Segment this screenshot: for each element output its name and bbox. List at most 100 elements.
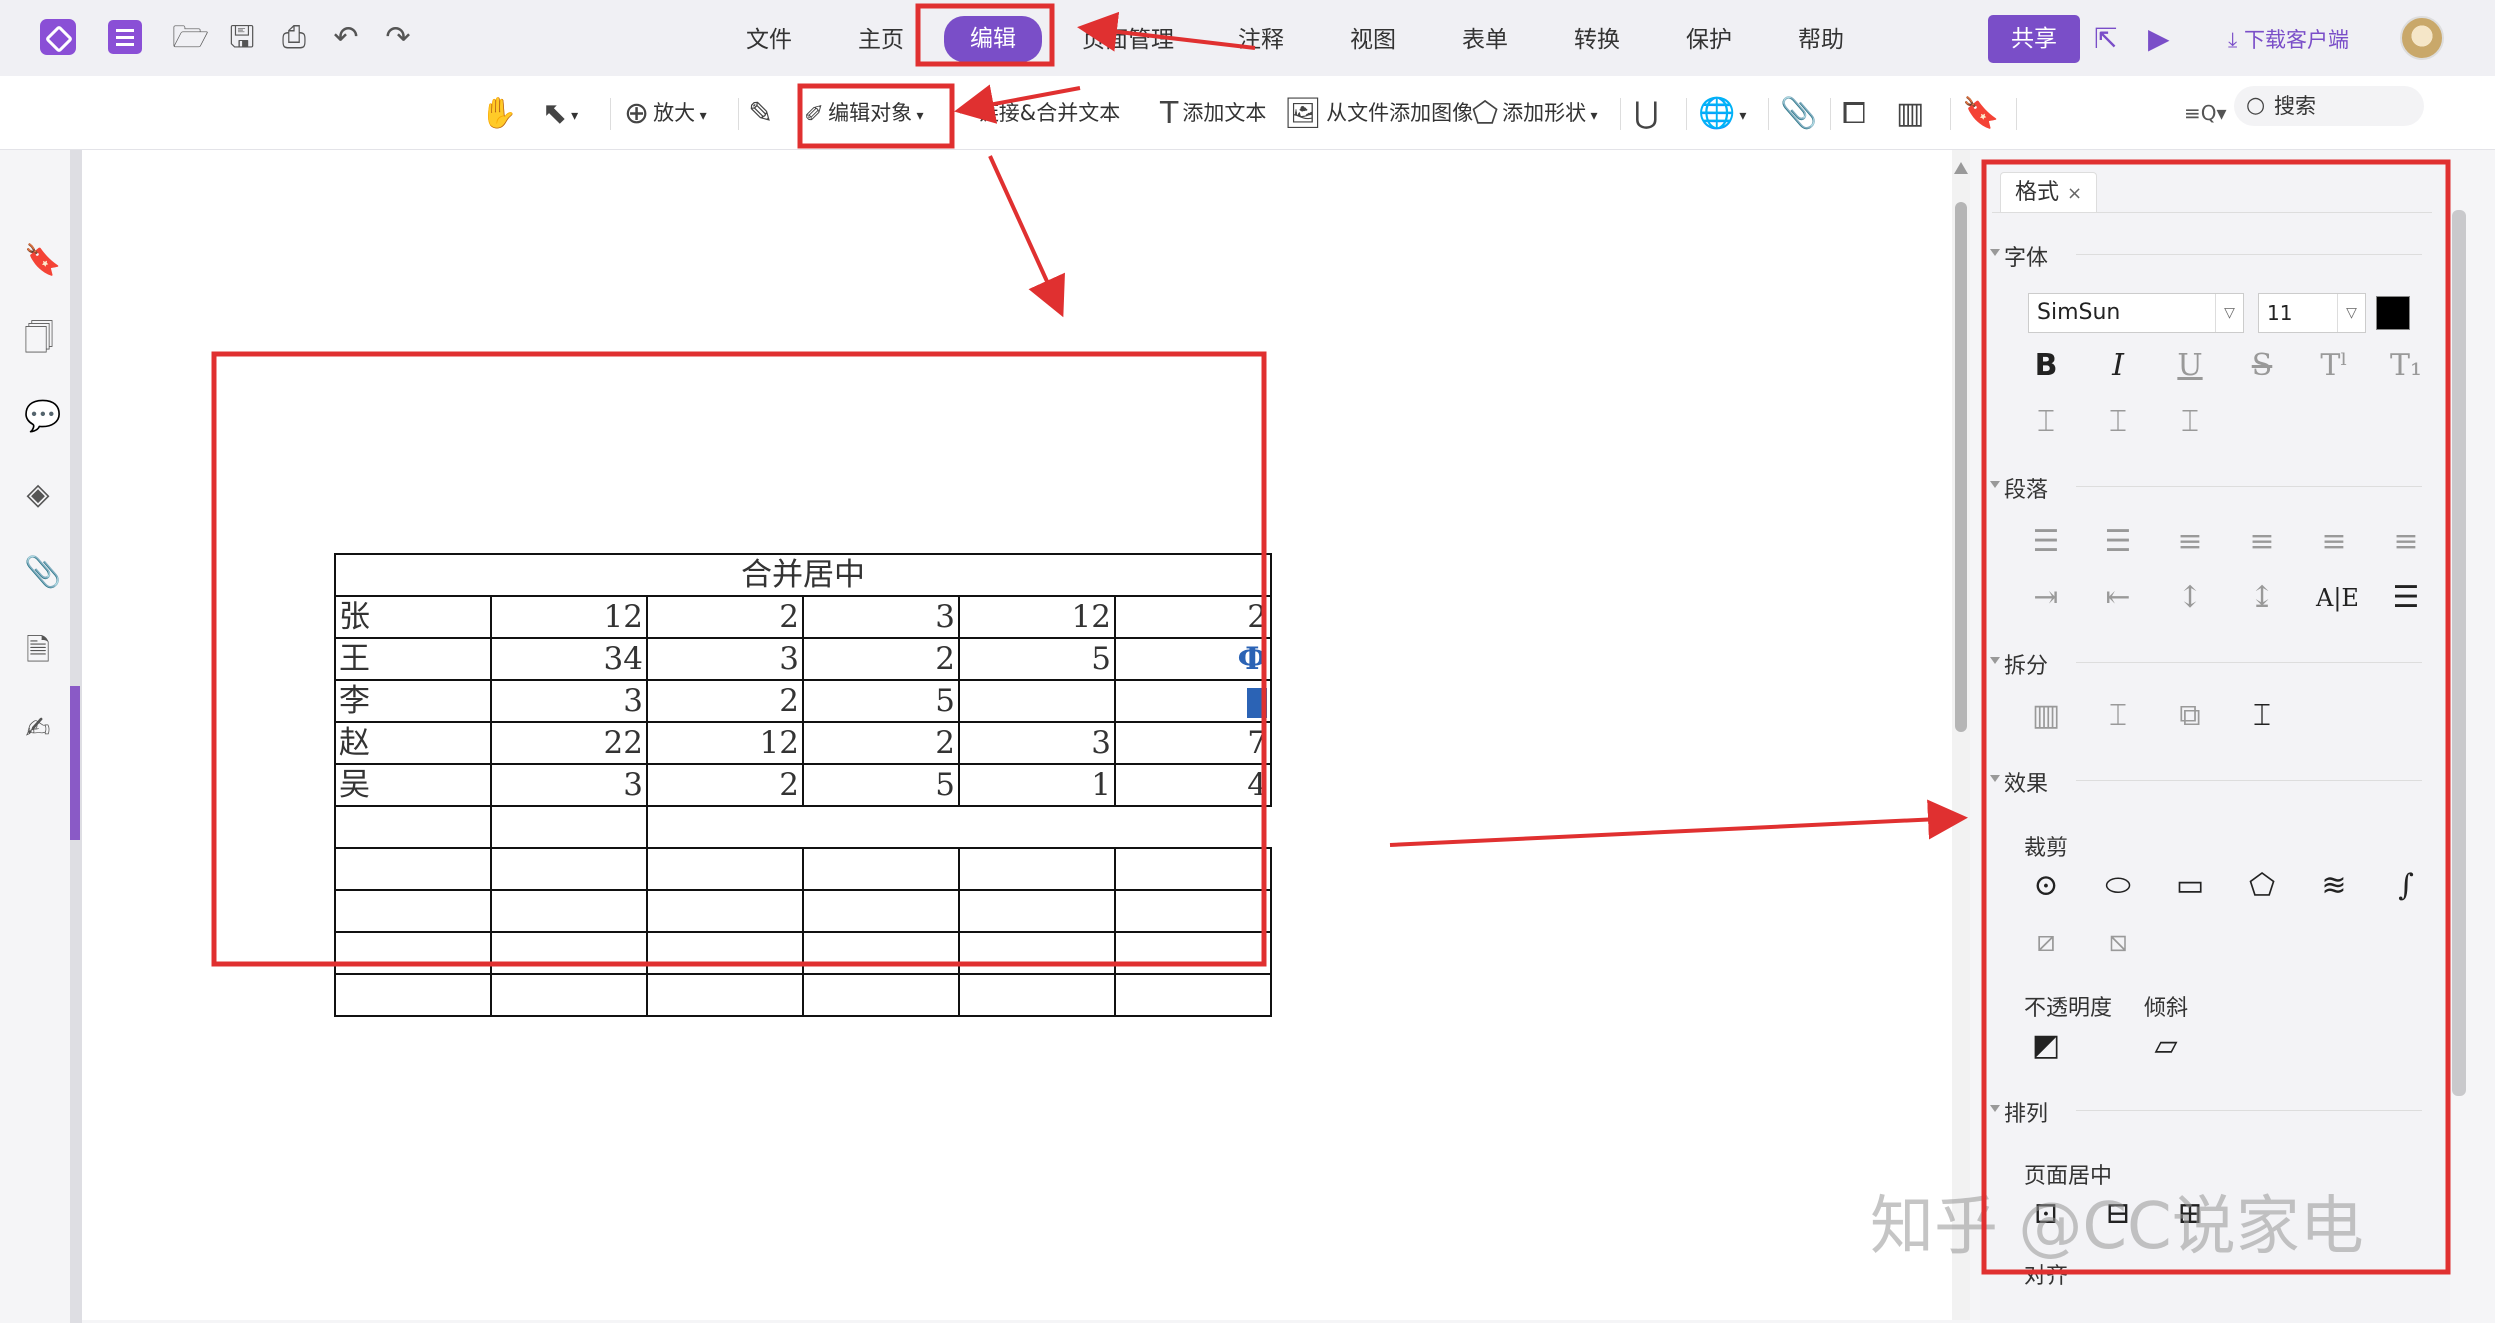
distribute-icon[interactable]: ☰ (2388, 580, 2424, 616)
numbered-list-icon[interactable]: ☰ (2100, 524, 2136, 560)
table-cell[interactable] (334, 931, 492, 975)
scrollbar-thumb[interactable] (1955, 202, 1967, 732)
table-cell[interactable]: 5 (802, 763, 960, 807)
signature-panel-icon[interactable]: ✍ (24, 712, 52, 746)
align-right-icon[interactable]: ≡ (2316, 524, 2352, 560)
text-box-icon[interactable]: ⌶ (2244, 698, 2280, 734)
tab-protect[interactable]: 保护 (1686, 22, 1732, 58)
crop-rectangle-icon[interactable]: ▭ (2172, 868, 2208, 904)
table-cell[interactable] (958, 679, 1116, 723)
pages-panel-icon[interactable]: 🗍 (24, 322, 54, 356)
table-cell[interactable] (334, 847, 492, 891)
table-cell[interactable]: 34 (490, 637, 648, 681)
font-family-select[interactable]: SimSun ▽ (2028, 293, 2244, 333)
table-cell[interactable]: 2 (646, 679, 804, 723)
search-input[interactable]: ○ 搜索 (2234, 86, 2424, 126)
table-cell-selected[interactable] (1114, 679, 1272, 723)
table-cell[interactable] (646, 931, 804, 975)
table-cell[interactable]: 3 (490, 679, 648, 723)
table-cell[interactable]: 李 (334, 679, 492, 723)
table-cell[interactable]: 2 (802, 637, 960, 681)
bookmark-icon[interactable]: 🔖 (1962, 94, 2003, 132)
export-icon[interactable]: ⇱ (2094, 22, 2117, 55)
table-cell[interactable]: 4 (1114, 763, 1272, 807)
table-cell[interactable]: 3 (646, 637, 804, 681)
character-spacing-icon[interactable]: A|E (2316, 580, 2359, 616)
table-cell[interactable]: 张 (334, 595, 492, 639)
tab-form[interactable]: 表单 (1462, 22, 1508, 58)
tab-annotate[interactable]: 注释 (1238, 22, 1284, 58)
table-cell[interactable]: 12 (646, 721, 804, 765)
table-cell[interactable] (334, 805, 492, 849)
table-cell[interactable] (958, 847, 1116, 891)
table-cell[interactable]: 12 (958, 595, 1116, 639)
table-cell[interactable] (1114, 889, 1272, 933)
attachments-panel-icon[interactable]: 📎 (24, 556, 61, 590)
add-shape-button[interactable]: ⬠ 添加形状 ▾ (1472, 94, 1598, 132)
hamburger-menu-icon[interactable] (108, 20, 142, 54)
table-cell[interactable]: 2 (646, 763, 804, 807)
line-spacing-icon[interactable]: ↕ (2172, 580, 2208, 616)
table-cell[interactable]: 22 (490, 721, 648, 765)
sidebar-collapse-handle[interactable] (70, 686, 80, 840)
table-cell[interactable]: 7 (1114, 721, 1272, 765)
table-cell[interactable]: 吴 (334, 763, 492, 807)
user-avatar[interactable] (2400, 16, 2444, 60)
align-top-text-icon[interactable]: ⌶ (2028, 404, 2064, 440)
table-cell[interactable] (490, 805, 648, 849)
superscript-icon[interactable]: Tˡ (2316, 348, 2352, 384)
align-middle-text-icon[interactable]: ⌶ (2100, 404, 2136, 440)
print-icon[interactable]: ⎙ (276, 20, 312, 56)
table-cell[interactable] (958, 931, 1116, 975)
table-cell-with-cursor[interactable]: Ф (1114, 637, 1272, 681)
font-color-swatch[interactable] (2376, 296, 2410, 330)
add-image-button[interactable]: 🖼 从文件添加图像 (1284, 94, 1473, 132)
table-cell[interactable] (802, 889, 960, 933)
crop-circle-icon[interactable]: ⊙ (2028, 868, 2064, 904)
tab-view[interactable]: 视图 (1350, 22, 1396, 58)
pdf-table[interactable]: 合并居中 张 12 2 3 12 2 王 34 3 2 5 Ф 李 3 2 5 … (334, 553, 1272, 1017)
redo-icon[interactable]: ↷ (380, 20, 416, 56)
save-icon[interactable]: 🖫 (224, 20, 260, 56)
crop-polygon-icon[interactable]: ⬠ (2244, 868, 2280, 904)
table-cell[interactable] (1114, 973, 1272, 1017)
justify-icon[interactable]: ≡ (2388, 524, 2424, 560)
table-cell[interactable] (646, 973, 804, 1017)
document-canvas[interactable]: 合并居中 张 12 2 3 12 2 王 34 3 2 5 Ф 李 3 2 5 … (82, 150, 1962, 1320)
table-cell[interactable] (802, 847, 960, 891)
table-cell[interactable]: 12 (490, 595, 648, 639)
undo-icon[interactable]: ↶ (328, 20, 364, 56)
crop-curve-icon[interactable]: ∫ (2388, 868, 2424, 904)
crop-ellipse-icon[interactable]: ⬭ (2100, 868, 2136, 904)
underline-icon[interactable]: U (2172, 348, 2208, 384)
table-cell[interactable] (958, 889, 1116, 933)
table-cell[interactable] (490, 889, 648, 933)
table-cell[interactable] (646, 805, 1271, 849)
edit-object-button[interactable]: ✐ 编辑对象 ▾ (804, 94, 924, 132)
split-section-title[interactable]: 拆分 (1989, 648, 2048, 680)
table-cell[interactable] (646, 889, 804, 933)
hand-tool-icon[interactable]: ✋ (480, 94, 521, 132)
skew-icon[interactable]: ▱ (2148, 1028, 2184, 1064)
table-cell[interactable]: 2 (802, 721, 960, 765)
tab-convert[interactable]: 转换 (1574, 22, 1620, 58)
paragraph-section-title[interactable]: 段落 (1989, 472, 2048, 504)
crop-apply-icon[interactable]: ⧄ (2028, 924, 2064, 960)
table-cell[interactable]: 3 (958, 721, 1116, 765)
panel-scrollbar[interactable] (2452, 210, 2466, 1096)
bookmarks-panel-icon[interactable]: 🔖 (24, 244, 61, 278)
split-columns-icon[interactable]: ▥ (2028, 698, 2064, 734)
opacity-icon[interactable]: ◩ (2028, 1028, 2064, 1064)
edit-text-icon[interactable]: ✎ (748, 94, 777, 132)
table-cell[interactable]: 2 (1114, 595, 1272, 639)
table-cell[interactable]: 赵 (334, 721, 492, 765)
zoom-in-button[interactable]: ⊕ 放大 ▾ (624, 94, 707, 132)
crop-page-icon[interactable]: ⧠ (1842, 94, 1870, 132)
header-footer-icon[interactable]: ▥ (1896, 94, 1928, 132)
subscript-icon[interactable]: T₁ (2388, 348, 2424, 384)
select-tool-icon[interactable]: ⬉ ▾ (542, 94, 578, 132)
crop-freeform-icon[interactable]: ≋ (2316, 868, 2352, 904)
close-icon[interactable]: × (2067, 183, 2082, 204)
table-cell[interactable] (646, 847, 804, 891)
table-cell[interactable] (490, 973, 648, 1017)
